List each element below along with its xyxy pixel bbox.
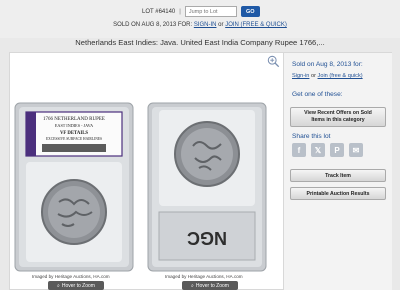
image-panel: 1766 NETHERLAND RUPEE EAST INDIES - JAVA… bbox=[9, 52, 284, 290]
hover-to-zoom-left[interactable]: ⌕ Hover to Zoom bbox=[48, 281, 104, 290]
hover-to-zoom-right[interactable]: ⌕ Hover to Zoom bbox=[182, 281, 238, 290]
page-title: Netherlands East Indies: Java. United Ea… bbox=[75, 38, 325, 47]
go-button[interactable]: GO bbox=[240, 6, 260, 17]
top-bar: LOT #64140 | GO SOLD ON AUG 8, 2013 FOR:… bbox=[0, 0, 400, 38]
pinterest-icon[interactable]: P bbox=[330, 143, 344, 157]
sidebar-join-link[interactable]: Join (free & quick) bbox=[318, 73, 363, 79]
join-link[interactable]: JOIN (FREE & QUICK) bbox=[225, 22, 287, 28]
email-icon[interactable]: ✉ bbox=[349, 143, 363, 157]
jump-to-lot-input[interactable] bbox=[184, 6, 237, 17]
hover-zoom-label: Hover to Zoom bbox=[195, 282, 229, 289]
sidebar-or: or bbox=[310, 73, 316, 79]
x-twitter-icon[interactable]: 𝕏 bbox=[311, 143, 325, 157]
slab-ngc-logo: NGC bbox=[187, 228, 227, 248]
sold-line: SOLD ON AUG 8, 2013 FOR: SIGN-IN or JOIN… bbox=[0, 22, 400, 28]
sidebar-sign-in-line: Sign-in or Join (free & quick) bbox=[292, 73, 363, 79]
slab-label-line-4: EXCESSIVE SURFACE HAIRLINES bbox=[46, 137, 102, 141]
share-heading: Share this lot bbox=[292, 133, 331, 140]
share-buttons: f 𝕏 P ✉ bbox=[292, 143, 363, 157]
slab-label-line-3: VF DETAILS bbox=[60, 131, 88, 136]
track-item-button[interactable]: Track Item bbox=[290, 169, 386, 182]
magnifier-icon: ⌕ bbox=[191, 282, 194, 289]
or-text: or bbox=[218, 22, 224, 28]
sold-on-heading: Sold on Aug 8, 2013 for: bbox=[292, 61, 363, 68]
sold-prefix: SOLD ON AUG 8, 2013 FOR: bbox=[113, 22, 193, 28]
slab-label-line-2: EAST INDIES - JAVA bbox=[55, 123, 93, 128]
image-credit-left: Imaged by Heritage Auctions, HA.com bbox=[32, 274, 110, 279]
facebook-icon[interactable]: f bbox=[292, 143, 306, 157]
coin-reverse-slab-image[interactable]: NGC bbox=[147, 102, 267, 272]
coin-obverse-slab-image[interactable]: 1766 NETHERLAND RUPEE EAST INDIES - JAVA… bbox=[14, 102, 134, 272]
zoom-in-icon[interactable] bbox=[267, 55, 280, 68]
sidebar-sign-in-link[interactable]: Sign-in bbox=[292, 73, 309, 79]
lot-navigation: LOT #64140 | GO bbox=[142, 6, 260, 17]
slab-label-line-1: 1766 NETHERLAND RUPEE bbox=[43, 117, 105, 122]
lot-number: LOT #64140 bbox=[142, 8, 176, 15]
lot-sidebar: Sold on Aug 8, 2013 for: Sign-in or Join… bbox=[284, 52, 392, 290]
hover-zoom-label: Hover to Zoom bbox=[61, 282, 95, 289]
sign-in-link[interactable]: SIGN-IN bbox=[194, 22, 217, 28]
printable-results-button[interactable]: Printable Auction Results bbox=[290, 187, 386, 200]
image-credit-right: Imaged by Heritage Auctions, HA.com bbox=[165, 274, 243, 279]
separator: | bbox=[179, 8, 181, 15]
view-recent-offers-button[interactable]: View Recent Offers on Sold Items in this… bbox=[290, 107, 386, 127]
get-one-heading: Get one of these: bbox=[292, 91, 343, 98]
magnifier-icon: ⌕ bbox=[57, 282, 60, 289]
